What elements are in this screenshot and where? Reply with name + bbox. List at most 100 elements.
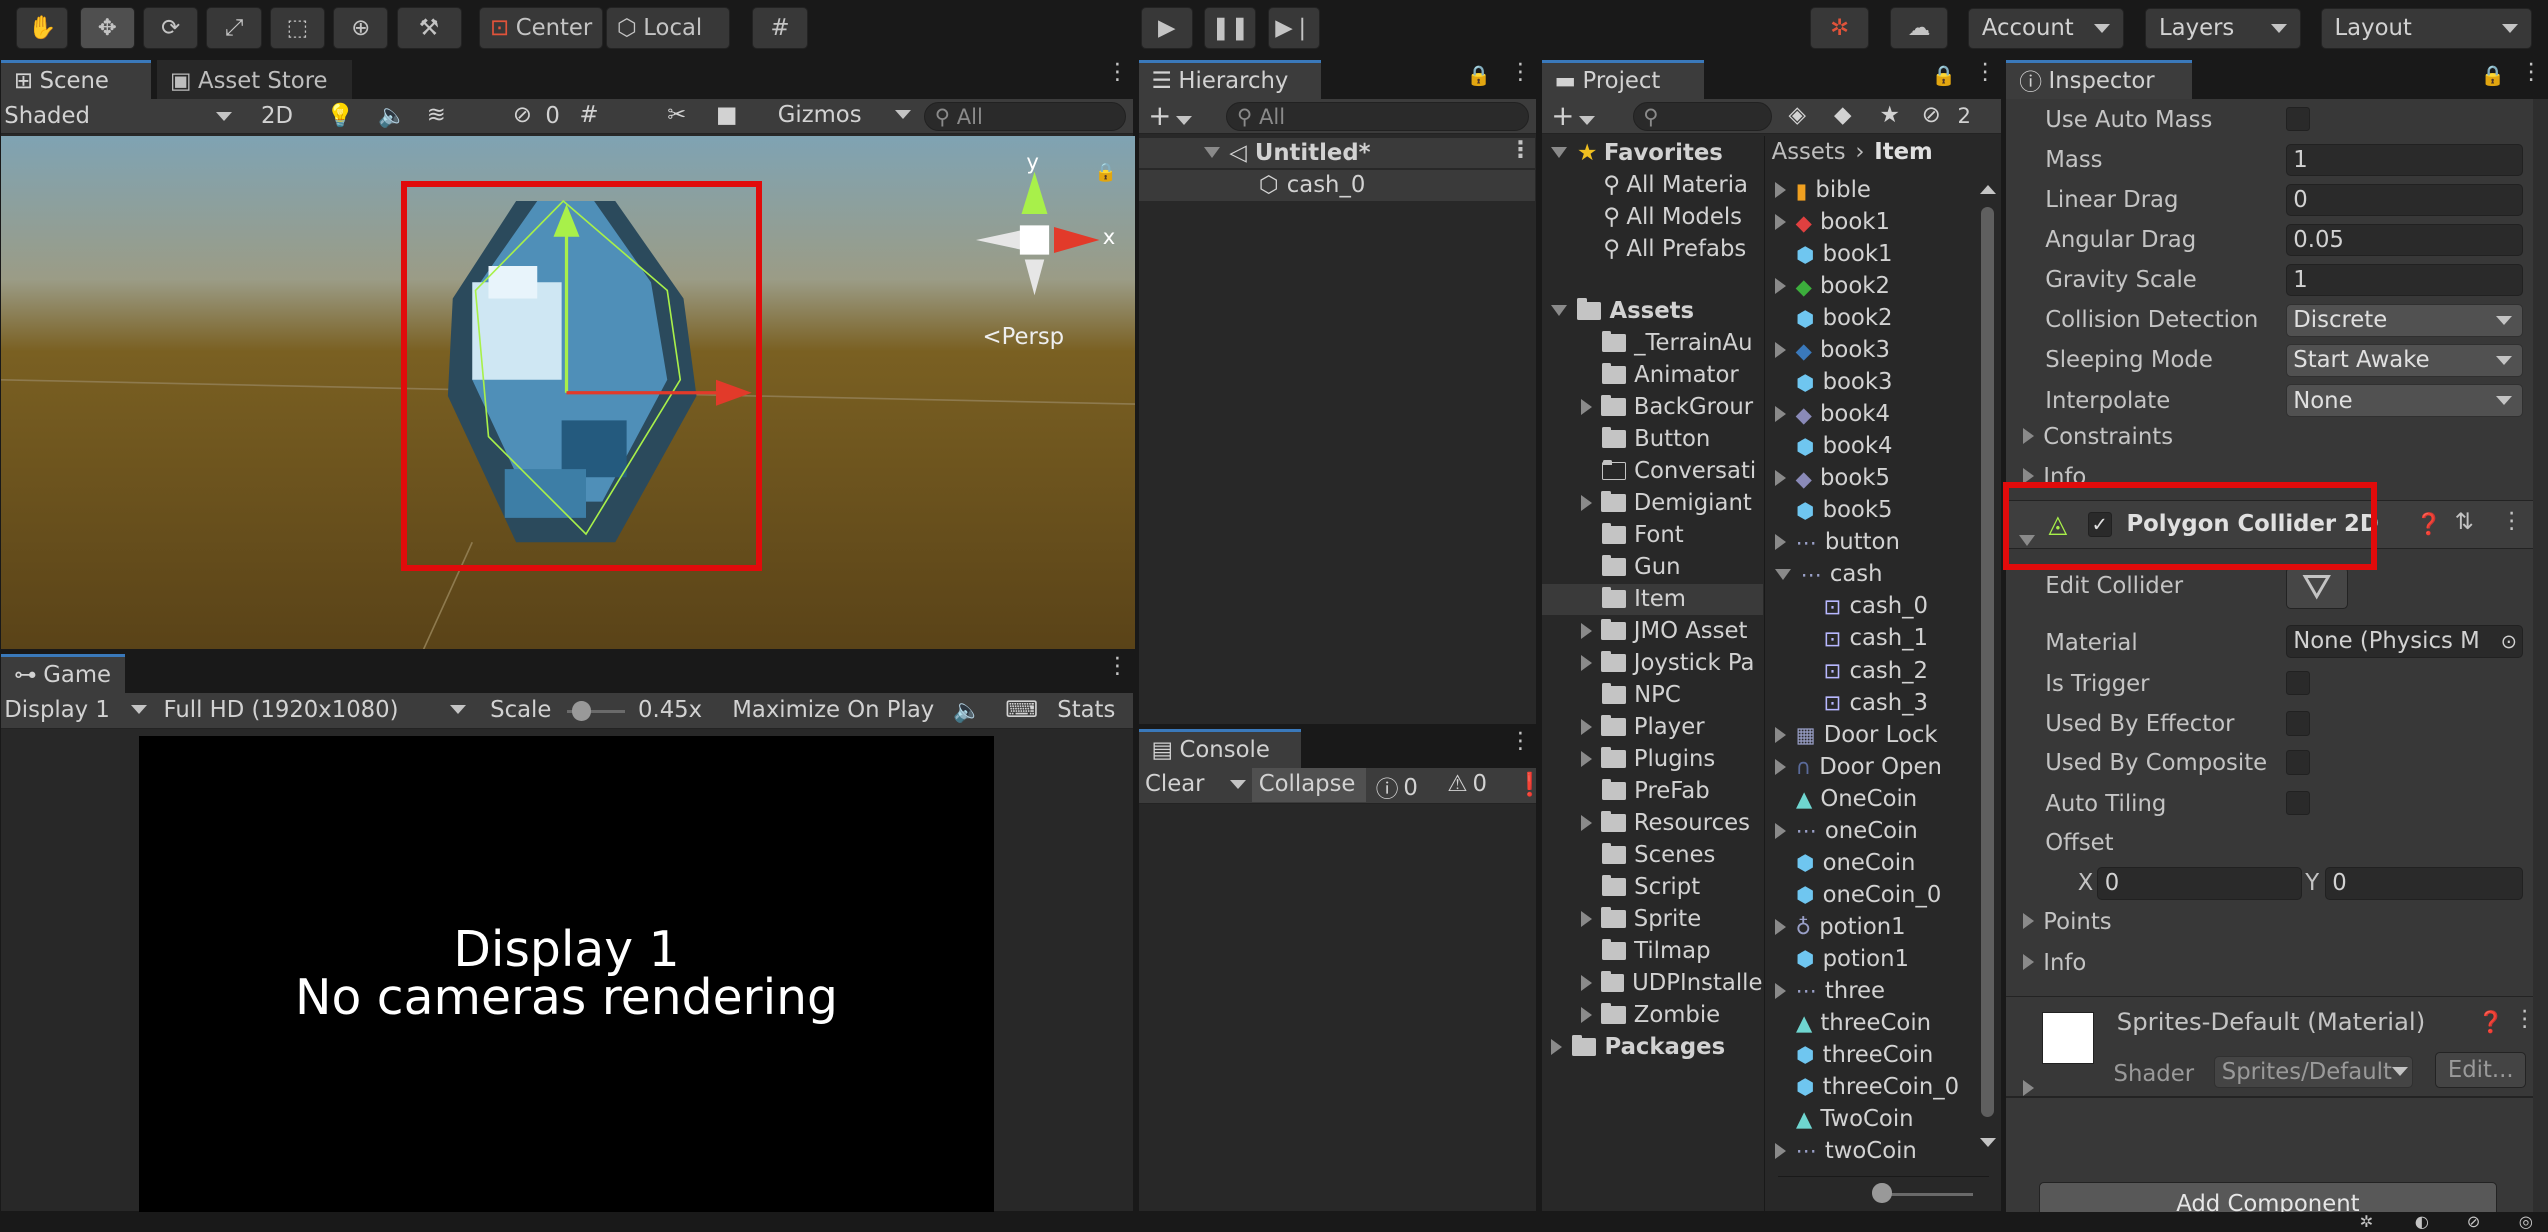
scene-root-item[interactable]: ◁ Untitled* ⋮ <box>1138 137 1535 169</box>
asset-item[interactable]: ◆ book1 <box>1765 207 1976 238</box>
layers-dropdown[interactable]: Layers <box>2145 8 2301 49</box>
asset-item[interactable]: ⬢ oneCoin <box>1765 847 1976 878</box>
property-field[interactable]: 0 <box>2285 183 2523 217</box>
display-dropdown[interactable]: Display 1 <box>4 697 154 723</box>
cloud-button[interactable]: ☁ <box>1889 6 1949 49</box>
folder-item[interactable]: Joystick Pa <box>1542 648 1763 679</box>
tab-asset-store[interactable]: ▣ Asset Store <box>157 59 352 99</box>
info-foldout-rigidbody[interactable]: Info <box>2022 464 2086 484</box>
asset-item[interactable]: ⊡ cash_2 <box>1765 655 1976 686</box>
scene-viewport[interactable]: y x 🔒 <Persp <box>1 135 1136 650</box>
asset-list-scrollbar[interactable] <box>1979 184 1996 1147</box>
project-search-input[interactable]: ⚲ <box>1632 101 1773 131</box>
camera-icon[interactable]: ■ <box>716 102 738 128</box>
presets-icon[interactable]: ⇅ <box>2455 509 2474 535</box>
tab-scene[interactable]: ⊞ Scene <box>1 59 151 99</box>
account-dropdown[interactable]: Account <box>1967 8 2124 49</box>
asset-item[interactable]: ⬢ oneCoin_0 <box>1765 879 1976 910</box>
play-button[interactable]: ▶ <box>1140 6 1193 49</box>
custom-tool-button[interactable]: ⚒ <box>396 6 462 49</box>
folder-item[interactable]: Script <box>1542 872 1763 903</box>
collapse-toggle[interactable]: Collapse <box>1252 768 1366 803</box>
asset-item[interactable]: ∩ Door Open <box>1765 751 1976 782</box>
folder-item[interactable]: JMO Asset <box>1542 616 1763 647</box>
shader-dropdown[interactable]: Sprites/Default <box>2214 1055 2413 1089</box>
folder-item[interactable]: Tilmap <box>1542 936 1763 967</box>
component-menu-icon[interactable]: ⋮ <box>2500 510 2523 533</box>
audio-icon[interactable]: 🔈 <box>378 102 406 129</box>
folder-item[interactable]: Font <box>1542 520 1763 551</box>
asset-item[interactable]: ⬢ book2 <box>1765 303 1976 334</box>
asset-item[interactable]: ⋯ three <box>1765 975 1976 1006</box>
persp-toggle[interactable]: <Persp <box>983 324 1065 350</box>
folder-item[interactable]: Player <box>1542 712 1763 743</box>
asset-item[interactable]: ⬢ book1 <box>1765 239 1976 270</box>
folder-item[interactable]: Plugins <box>1542 744 1763 775</box>
network-icon[interactable]: ⊘ <box>2467 1212 2481 1231</box>
rotate-tool-button[interactable]: ⟳ <box>143 6 199 49</box>
expand-icon[interactable] <box>2022 1079 2034 1096</box>
used-by-composite-checkbox[interactable] <box>2285 750 2311 775</box>
asset-item[interactable]: ⊡ cash_0 <box>1765 591 1976 622</box>
console-menu-icon[interactable]: ⋮ <box>1509 730 1532 753</box>
folder-item[interactable]: Resources <box>1542 808 1763 839</box>
keyboard-icon[interactable]: ⌨ <box>1005 697 1038 723</box>
object-picker-icon[interactable]: ⊙ <box>2501 630 2517 653</box>
asset-item[interactable]: ◆ book3 <box>1765 335 1976 366</box>
inspector-menu-icon[interactable]: ⋮ <box>2520 60 2543 83</box>
icon-size-handle[interactable] <box>1872 1183 1892 1203</box>
asset-item[interactable]: ▮ bible <box>1765 175 1976 206</box>
packages-header[interactable]: Packages <box>1551 1031 1725 1062</box>
asset-item[interactable]: ⋯ oneCoin <box>1765 815 1976 846</box>
error-filter-toggle[interactable]: ⓘ 0 <box>1376 771 1418 804</box>
clear-dropdown[interactable]: Clear <box>1145 771 1246 797</box>
help-icon[interactable]: ❓ <box>2416 511 2442 537</box>
constraints-foldout[interactable]: Constraints <box>2022 424 2173 450</box>
offset-x-field[interactable]: 0 <box>2097 867 2302 900</box>
favorite-item[interactable]: ⚲ All Models <box>1603 202 1742 233</box>
mute-audio-icon[interactable]: 🔈 <box>953 697 981 724</box>
scale-slider-handle[interactable] <box>571 701 592 721</box>
favorites-header[interactable]: ★ Favorites <box>1551 138 1723 169</box>
edit-collider-button[interactable]: ⛛ <box>2285 566 2348 609</box>
orientation-gizmo[interactable] <box>976 171 1100 296</box>
tab-project[interactable]: ▬ Project <box>1541 59 1704 99</box>
visibility-icon[interactable]: ⊘ <box>513 102 532 128</box>
asset-item[interactable]: ⬢ book4 <box>1765 431 1976 462</box>
inspector-scrollbar[interactable] <box>2532 98 2548 1214</box>
icon-size-slider[interactable] <box>1778 1175 1990 1209</box>
label-filter-icon[interactable]: ◆ <box>1834 102 1852 128</box>
add-component-button[interactable]: Add Component <box>2038 1182 2497 1214</box>
scroll-down-icon[interactable] <box>1979 1137 1996 1147</box>
scrollbar-thumb[interactable] <box>1981 207 1995 1118</box>
tab-hierarchy[interactable]: ☰ Hierarchy <box>1138 59 1321 99</box>
folder-item[interactable]: Gun <box>1542 552 1763 583</box>
asset-item[interactable]: ◆ book2 <box>1765 271 1976 302</box>
scale-tool-button[interactable]: ⤢ <box>206 6 262 49</box>
pivot-center-button[interactable]: ⊡ Center <box>479 6 603 49</box>
bug-icon[interactable]: ✲ <box>2360 1212 2374 1231</box>
lock-icon[interactable]: 🔒 <box>1932 64 1956 87</box>
folder-item[interactable]: Sprite <box>1542 904 1763 935</box>
collab-button[interactable]: ✲ <box>1810 6 1869 49</box>
cache-icon[interactable]: ◎ <box>2519 1212 2533 1231</box>
folder-item[interactable]: BackGrour <box>1542 392 1763 423</box>
asset-item[interactable]: ▲ OneCoin <box>1765 783 1976 814</box>
lock-icon[interactable]: 🔒 <box>2481 64 2505 87</box>
folder-item[interactable]: Demigiant <box>1542 488 1763 519</box>
lock-icon[interactable]: 🔒 <box>1467 64 1491 87</box>
lighting-icon[interactable]: 💡 <box>326 102 354 129</box>
add-icon[interactable]: + <box>1148 99 1193 132</box>
asset-item[interactable]: ▲ threeCoin <box>1765 1007 1976 1038</box>
help-icon[interactable]: ❓ <box>2478 1009 2504 1035</box>
maximize-on-play-toggle[interactable]: Maximize On Play <box>732 697 934 723</box>
scene-search-input[interactable]: ⚲ All <box>924 101 1126 131</box>
folder-item[interactable]: Animator <box>1542 360 1763 391</box>
tab-console[interactable]: ▤ Console <box>1138 729 1301 768</box>
asset-item[interactable]: ⊡ cash_1 <box>1765 623 1976 654</box>
folder-item[interactable]: UDPInstalle <box>1542 968 1763 999</box>
folder-item[interactable]: NPC <box>1542 680 1763 711</box>
breadcrumb-assets[interactable]: Assets <box>1772 139 1846 165</box>
scene-menu-icon[interactable]: ⋮ <box>1106 60 1129 83</box>
asset-item[interactable]: ⋯ twoCoin <box>1765 1135 1976 1166</box>
